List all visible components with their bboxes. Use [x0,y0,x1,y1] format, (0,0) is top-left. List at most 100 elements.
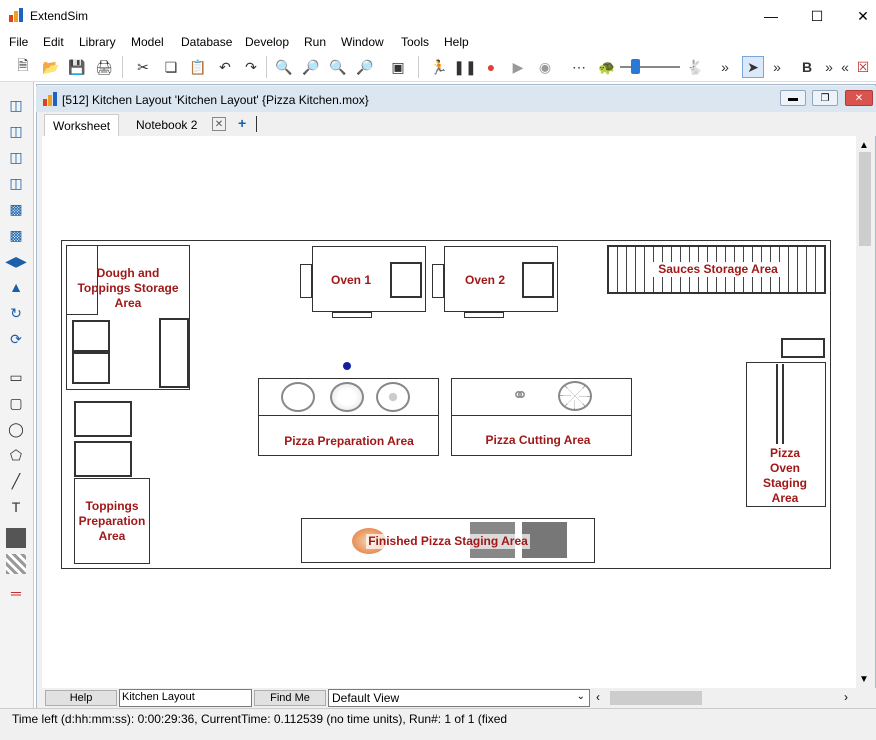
oven-2-label: Oven 2 [464,273,506,287]
animation-speed-slider[interactable] [620,66,680,68]
doc-close-button[interactable]: ✕ [845,90,873,106]
tab-label: Worksheet [53,118,111,133]
pizza-cutter-icon: ⚭ [511,385,529,407]
doc-minimize-button[interactable]: ▬ [780,90,806,106]
layer-name-field[interactable]: Kitchen Layout [119,689,252,707]
tab-notebook[interactable]: Notebook 2 [128,114,205,136]
pizza-cutting-label: Pizza Cutting Area [485,433,591,447]
undo-icon[interactable]: ↶ [214,56,236,78]
menu-help[interactable]: Help [444,35,469,49]
toolbar-separator [266,56,267,78]
scroll-left-icon[interactable]: ‹ [596,690,600,704]
oven-base [464,312,504,318]
scroll-up-icon[interactable]: ▲ [859,140,869,151]
animation-path-icon[interactable]: ⋯ [568,56,590,78]
toolbar-overflow-icon[interactable]: » [714,56,736,78]
fill-color-swatch[interactable] [6,528,26,548]
refrigerator-unit [159,318,189,388]
menu-run[interactable]: Run [304,35,326,49]
tab-label: Notebook 2 [136,118,198,132]
cut-icon[interactable]: ✂ [132,56,154,78]
oven-door [300,264,312,298]
sliced-pizza-icon [558,381,592,411]
tab-caret [256,116,257,132]
align-left-icon[interactable]: ◫ [5,94,27,116]
find-me-button[interactable]: Find Me [254,690,326,706]
open-folder-icon[interactable]: 📂 [40,56,62,78]
zoom-icon[interactable]: 🔎 [300,56,322,78]
pattern-swatch[interactable] [6,554,26,574]
oven-staging-label: Pizza Oven Staging Area [763,446,807,505]
maximize-button[interactable]: ☐ [794,0,840,32]
print-icon[interactable]: 🖨 [93,56,115,78]
redo-icon[interactable]: ↷ [240,56,262,78]
oval-tool-icon[interactable]: ◯ [5,418,27,440]
zoom-in-icon[interactable]: 🔍 [273,56,295,78]
help-button[interactable]: Help [45,690,117,706]
zoom-fit-icon[interactable]: 🔎 [354,56,376,78]
add-tab-button[interactable]: + [238,115,246,131]
counter-edge [258,415,439,416]
dough-storage-label: Dough and Toppings Storage Area [77,266,179,310]
flip-vertical-icon[interactable]: ▲ [5,276,27,298]
horizontal-scroll-thumb[interactable] [610,691,702,705]
menu-library[interactable]: Library [79,35,116,49]
copy-icon[interactable]: ❏ [160,56,182,78]
polygon-tool-icon[interactable]: ⬠ [5,444,27,466]
turtle-icon[interactable]: 🐢 [596,56,618,78]
doc-restore-button[interactable]: ❐ [812,90,838,106]
text-tool-icon[interactable]: T [5,496,27,518]
paste-icon[interactable]: 📋 [187,56,209,78]
save-icon[interactable]: 💾 [66,56,88,78]
toolbar-separator [122,56,123,78]
tab-worksheet[interactable]: Worksheet [44,114,120,136]
oven-control [390,262,422,298]
bring-front-icon[interactable]: ▩ [5,198,27,220]
zoom-out-icon[interactable]: 🔍 [327,56,349,78]
flip-horizontal-icon[interactable]: ◀▶ [5,250,27,272]
animation-speed-thumb[interactable] [631,59,640,74]
menu-develop[interactable]: Develop [245,35,289,49]
rack-rail [776,364,784,444]
finished-staging-label: Finished Pizza Staging Area [366,534,530,549]
rectangle-tool-icon[interactable]: ▭ [5,366,27,388]
connector-dot[interactable] [343,362,351,370]
send-back-icon[interactable]: ▩ [5,224,27,246]
footsteps-icon[interactable]: ◉ [534,56,556,78]
align-top-icon[interactable]: ◫ [5,120,27,142]
close-toolbar-icon[interactable]: ☒ [852,56,874,78]
scroll-thumb[interactable] [859,152,871,246]
pointer-tool-icon[interactable]: ➤ [742,56,764,78]
oven-door [432,264,444,298]
step-icon[interactable]: ▶ [507,56,529,78]
stop-icon[interactable]: ● [480,56,502,78]
menu-model[interactable]: Model [131,35,164,49]
menu-database[interactable]: Database [181,35,232,49]
rotate-icon[interactable]: ⟳ [5,328,27,350]
close-button[interactable]: ✕ [840,0,876,32]
line-tool-icon[interactable]: ╱ [5,470,27,492]
view-select[interactable]: Default View ⌄ [328,689,590,707]
align-bottom-icon[interactable]: ◫ [5,172,27,194]
rabbit-icon[interactable]: 🐇 [684,56,706,78]
scroll-down-icon[interactable]: ▼ [859,674,869,685]
menu-tools[interactable]: Tools [401,35,429,49]
run-icon[interactable]: 🏃 [428,56,450,78]
menu-file[interactable]: File [9,35,28,49]
minimize-button[interactable]: — [748,0,794,32]
oven-staging-shelf [781,338,825,358]
rotate-90-icon[interactable]: ↻ [5,302,27,324]
new-file-icon[interactable]: 🗎 [12,56,34,78]
menu-edit[interactable]: Edit [43,35,64,49]
rounded-rectangle-tool-icon[interactable]: ▢ [5,392,27,414]
pizza-dough-icon [281,382,315,412]
bold-icon[interactable]: B [796,56,818,78]
line-style-icon[interactable]: ═ [5,582,27,604]
scroll-right-icon[interactable]: › [844,690,848,704]
zoom-window-icon[interactable]: ▣ [387,56,409,78]
menu-window[interactable]: Window [341,35,384,49]
toolbar-overflow-icon[interactable]: » [766,56,788,78]
align-right-icon[interactable]: ◫ [5,146,27,168]
pause-icon[interactable]: ❚❚ [453,56,476,78]
close-tab-icon[interactable]: ✕ [212,117,226,131]
